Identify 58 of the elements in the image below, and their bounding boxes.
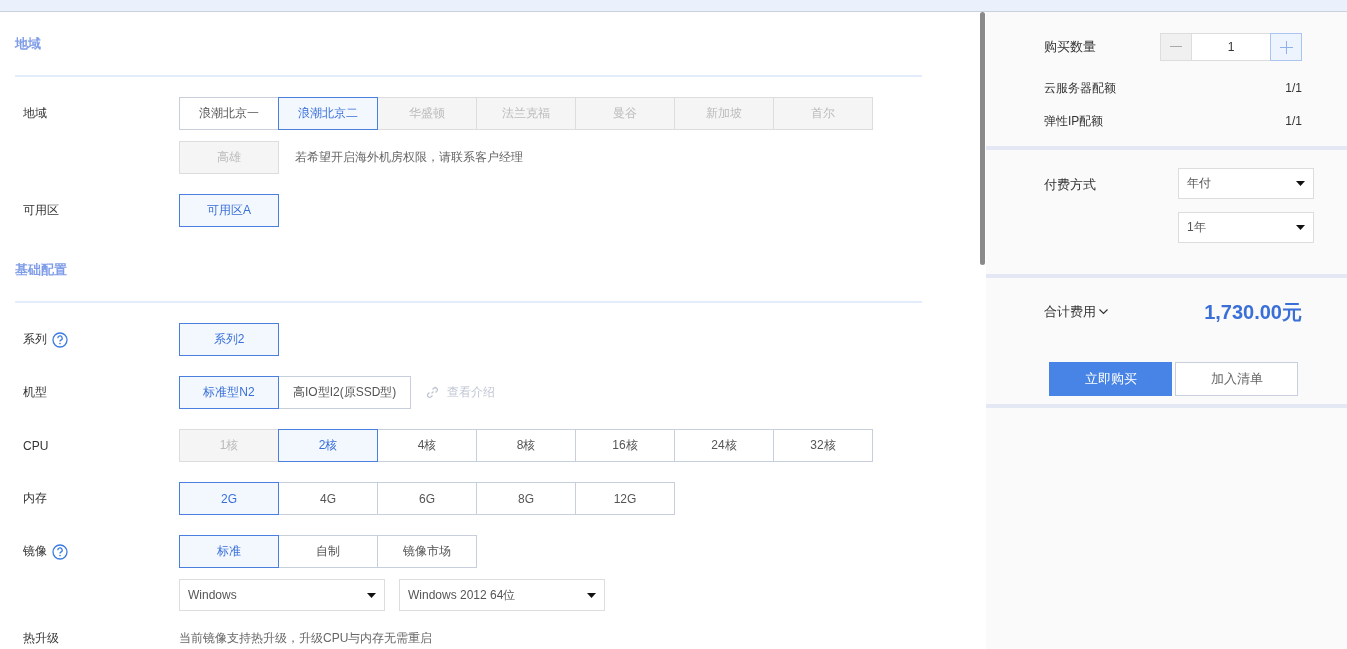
quantity-input[interactable]: 1 — [1192, 33, 1270, 61]
caret-icon — [587, 592, 596, 598]
section-title: 地域 — [15, 34, 41, 53]
quota-value: 1/1 — [1285, 81, 1302, 95]
option-button[interactable]: 浪潮北京二 — [278, 97, 378, 130]
option-button[interactable]: 标准 — [179, 535, 279, 568]
option-button[interactable]: 12G — [575, 482, 675, 515]
option-button[interactable]: 标准型N2 — [179, 376, 279, 409]
option-button[interactable]: 可用区A — [179, 194, 279, 227]
option-button[interactable]: 4G — [278, 482, 378, 515]
option-button[interactable]: 自制 — [278, 535, 378, 568]
field-label: 购买数量 — [1044, 38, 1096, 56]
field-label: 镜像 — [23, 543, 47, 560]
option-button[interactable]: 浪潮北京一 — [179, 97, 279, 130]
field-label: 系列 — [23, 331, 47, 348]
help-icon[interactable] — [52, 543, 68, 560]
option-button[interactable]: 6G — [377, 482, 477, 515]
scrollbar[interactable] — [980, 12, 985, 265]
dropdown-select[interactable]: 年付 — [1178, 168, 1314, 199]
field-label: CPU — [23, 438, 49, 453]
link-icon — [426, 386, 440, 399]
dropdown-select[interactable]: Windows 2012 64位 — [399, 579, 605, 611]
field-label: 机型 — [23, 384, 47, 401]
option-button[interactable]: 4核 — [377, 429, 477, 462]
total-price: 1,730.00元 — [1204, 299, 1302, 325]
option-button[interactable]: 8G — [476, 482, 576, 515]
caret-icon — [1296, 225, 1305, 230]
field-label: 可用区 — [23, 202, 59, 219]
dropdown-select[interactable]: Windows — [179, 579, 385, 611]
total-label: 合计费用 — [1044, 303, 1096, 321]
section-title: 基础配置 — [15, 260, 67, 279]
option-button[interactable]: 2核 — [278, 429, 378, 462]
option-button[interactable]: 系列2 — [179, 323, 279, 356]
dropdown-select[interactable]: 1年 — [1178, 212, 1314, 243]
caret-icon — [367, 592, 376, 598]
add-to-list-button[interactable]: 加入清单 — [1175, 362, 1298, 396]
option-button[interactable]: 24核 — [674, 429, 774, 462]
help-icon[interactable] — [52, 331, 68, 348]
option-button[interactable]: 16核 — [575, 429, 675, 462]
field-label: 付费方式 — [1044, 176, 1097, 194]
option-button[interactable]: 32核 — [773, 429, 873, 462]
field-label: 内存 — [23, 490, 47, 507]
field-label: 热升级 — [23, 629, 59, 647]
option-button[interactable]: 8核 — [476, 429, 576, 462]
quota-value: 1/1 — [1285, 114, 1302, 128]
quota-label: 弹性IP配额 — [1044, 114, 1104, 128]
hint-text: 若希望开启海外机房权限，请联系客户经理 — [295, 149, 523, 166]
option-button[interactable]: 2G — [179, 482, 279, 515]
minus-icon — [1170, 46, 1182, 48]
plus-icon — [1279, 40, 1293, 54]
info-text: 当前镜像支持热升级，升级CPU与内存无需重启 — [179, 631, 433, 645]
chevron-down-icon[interactable] — [1099, 309, 1108, 315]
option-button[interactable]: 镜像市场 — [377, 535, 477, 568]
option-button[interactable]: 高IO型I2(原SSD型) — [278, 376, 412, 409]
buy-now-button[interactable]: 立即购买 — [1049, 362, 1172, 396]
caret-icon — [1296, 181, 1305, 186]
quota-label: 云服务器配额 — [1044, 81, 1116, 95]
field-label: 地域 — [23, 105, 47, 122]
